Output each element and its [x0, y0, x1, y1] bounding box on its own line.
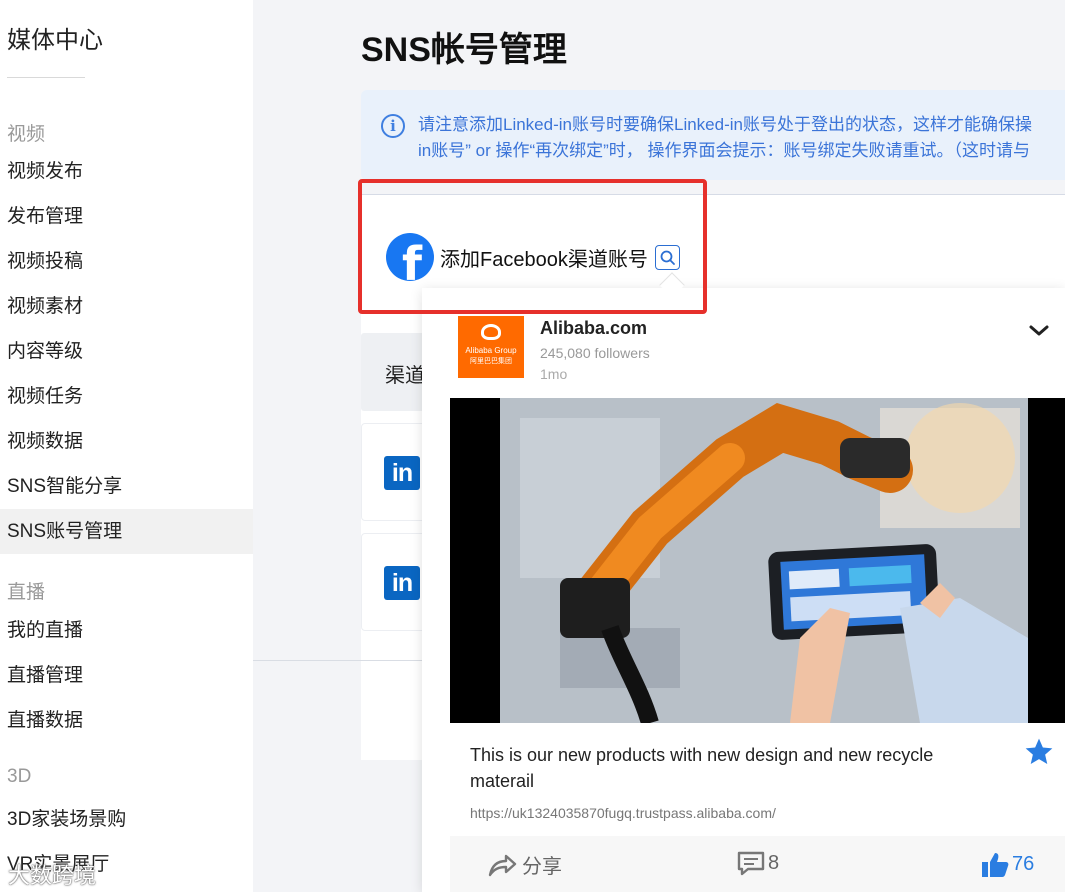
- sidebar-item-my-live[interactable]: 我的直播: [0, 608, 253, 653]
- post-actions-bar: 分享 8 76: [450, 836, 1065, 892]
- like-button[interactable]: 76: [980, 850, 1034, 878]
- page-title: SNS帐号管理: [361, 31, 567, 69]
- add-facebook-channel[interactable]: f 添加Facebook渠道账号: [386, 233, 680, 281]
- section-label-live: 直播: [7, 582, 46, 603]
- sidebar-item-video-task[interactable]: 视频任务: [0, 374, 253, 419]
- share-label: 分享: [522, 856, 562, 878]
- section-label-3d: 3D: [7, 766, 32, 787]
- share-button[interactable]: 分享: [486, 850, 562, 879]
- robot-arm-photo: [500, 398, 1028, 723]
- sidebar-item-video-publish[interactable]: 视频发布: [0, 149, 253, 194]
- notice-line-2: in账号” or 操作“再次绑定”时， 操作界面会提示：账号绑定失败请重试。（这…: [418, 141, 1030, 160]
- sidebar-divider: [7, 77, 85, 78]
- notice-banner: i 请注意添加Linked-in账号时要确保Linked-in账号处于登出的状态…: [361, 90, 1065, 180]
- chevron-down-icon[interactable]: [1028, 324, 1050, 338]
- comment-icon: [737, 851, 765, 876]
- linkedin-icon: in: [384, 566, 420, 600]
- table-header-channel: 渠道: [361, 333, 431, 411]
- table-header-label: 渠道: [385, 365, 425, 387]
- sidebar-item-publish-manage[interactable]: 发布管理: [0, 194, 253, 239]
- comment-button[interactable]: 8: [736, 850, 779, 876]
- sidebar-item-content-level[interactable]: 内容等级: [0, 329, 253, 374]
- post-image: [450, 398, 1065, 723]
- table-row[interactable]: in: [361, 533, 431, 631]
- comment-count: 8: [768, 851, 780, 874]
- alibaba-logo: Alibaba Group 阿里巴巴集团: [458, 316, 524, 378]
- sidebar-title: 媒体中心: [7, 27, 103, 54]
- sidebar-item-video-material[interactable]: 视频素材: [0, 284, 253, 329]
- logo-sub-text: 阿里巴巴集团: [470, 358, 512, 365]
- table-row[interactable]: in: [361, 423, 431, 521]
- follower-count: 245,080 followers: [540, 345, 650, 361]
- share-icon: [488, 854, 517, 876]
- facebook-icon: f: [386, 233, 434, 281]
- search-icon[interactable]: [654, 244, 680, 270]
- sidebar-item-sns-account[interactable]: SNS账号管理: [0, 509, 253, 554]
- post-link[interactable]: https://uk1324035870fugq.trustpass.aliba…: [470, 805, 776, 821]
- post-preview-popup: Alibaba Group 阿里巴巴集团 Alibaba.com 245,080…: [422, 288, 1065, 892]
- info-icon: i: [381, 114, 405, 138]
- star-icon[interactable]: [1023, 736, 1055, 768]
- notice-text: 请注意添加Linked-in账号时要确保Linked-in账号处于登出的状态，这…: [418, 112, 1065, 164]
- logo-brand-text: Alibaba Group: [465, 346, 517, 355]
- section-label-video: 视频: [7, 124, 46, 145]
- add-facebook-label[interactable]: 添加Facebook渠道账号: [440, 243, 648, 272]
- sidebar-item-video-data[interactable]: 视频数据: [0, 419, 253, 464]
- account-name: Alibaba.com: [540, 318, 648, 338]
- linkedin-icon: in: [384, 456, 420, 490]
- sidebar-item-live-data[interactable]: 直播数据: [0, 698, 253, 743]
- sidebar-item-live-manage[interactable]: 直播管理: [0, 653, 253, 698]
- sidebar-item-sns-share[interactable]: SNS智能分享: [0, 464, 253, 509]
- notice-line-1: 请注意添加Linked-in账号时要确保Linked-in账号处于登出的状态，这…: [418, 115, 1032, 134]
- post-caption: This is our new products with new design…: [470, 745, 934, 791]
- divider: [253, 660, 423, 661]
- watermark: 大数跨境: [8, 863, 97, 888]
- sidebar-item-3d-scene[interactable]: 3D家装场景购: [0, 797, 253, 842]
- sidebar-item-video-submit[interactable]: 视频投稿: [0, 239, 253, 284]
- sidebar: 媒体中心 视频 视频发布 发布管理 视频投稿 视频素材 内容等级 视频任务 视频…: [0, 0, 253, 892]
- thumbs-up-icon: [982, 853, 1009, 877]
- like-count: 76: [1012, 852, 1035, 875]
- alibaba-mark-icon: [481, 324, 501, 340]
- post-time: 1mo: [540, 366, 568, 382]
